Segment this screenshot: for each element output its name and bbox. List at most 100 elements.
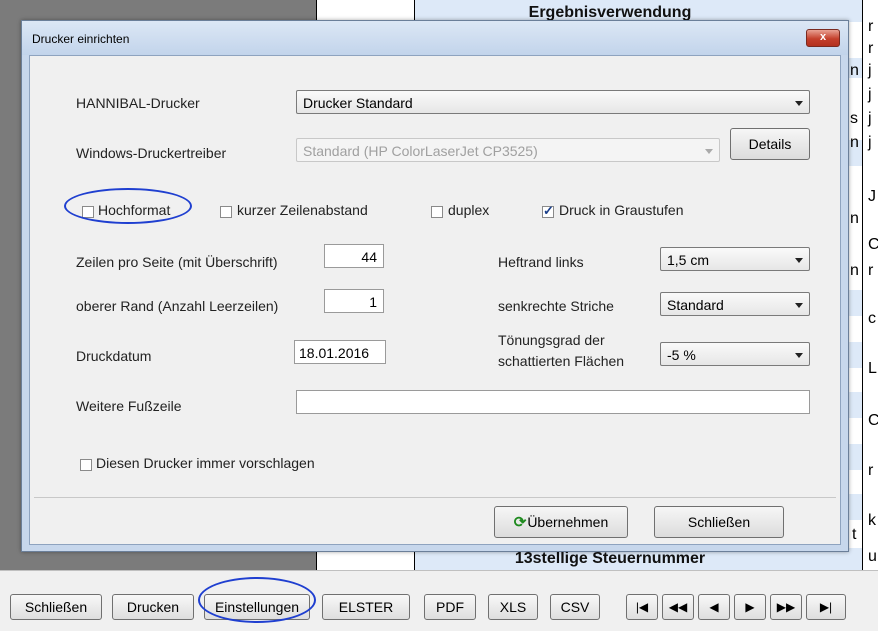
details-button[interactable]: Details — [730, 128, 810, 160]
csv-label: CSV — [560, 599, 590, 615]
hannibal-printer-value: Drucker Standard — [303, 95, 413, 111]
background-text: j — [868, 86, 872, 103]
kurzer-zeilenabstand-label: kurzer Zeilenabstand — [237, 202, 368, 218]
graustufen-label: Druck in Graustufen — [559, 202, 684, 218]
next-button[interactable]: ▶ — [734, 594, 766, 620]
background-text: L — [868, 360, 877, 377]
druckdatum-input[interactable]: 18.01.2016 — [294, 340, 386, 364]
druckdatum-label: Druckdatum — [76, 348, 152, 364]
background-text: j — [868, 62, 872, 79]
background-text: C — [868, 412, 878, 429]
uebernehmen-label: Übernehmen — [527, 514, 609, 530]
heftrand-label: Heftrand links — [498, 254, 584, 270]
pdf-button[interactable]: PDF — [424, 594, 476, 620]
highlight-circle — [64, 188, 192, 224]
vorschlagen-checkbox[interactable] — [80, 459, 92, 471]
fast-forward-icon: ▶▶ — [776, 600, 796, 614]
first-icon: |◀ — [635, 600, 649, 614]
background-text: r — [868, 18, 874, 35]
fast-forward-button[interactable]: ▶▶ — [770, 594, 802, 620]
zeilen-pro-seite-value: 44 — [361, 249, 377, 265]
elster-button[interactable]: ELSTER — [322, 594, 410, 620]
first-record-button[interactable]: |◀ — [626, 594, 658, 620]
uebernehmen-button[interactable]: ⟳Übernehmen — [494, 506, 628, 538]
fusszeile-input[interactable] — [296, 390, 810, 414]
rewind-button[interactable]: ◀◀ — [662, 594, 694, 620]
chevron-down-icon — [795, 353, 803, 358]
dialog-title: Drucker einrichten — [32, 32, 130, 46]
druckdatum-value: 18.01.2016 — [299, 345, 370, 361]
hannibal-printer-select[interactable]: Drucker Standard — [296, 90, 810, 114]
senkrechte-striche-value: Standard — [667, 297, 724, 313]
windows-driver-select: Standard (HP ColorLaserJet CP3525) — [296, 138, 720, 162]
toenungsgrad-value: -5 % — [667, 347, 696, 363]
background-text: C — [868, 236, 878, 253]
senkrechte-striche-label: senkrechte Striche — [498, 298, 614, 314]
graustufen-checkbox[interactable] — [542, 203, 554, 219]
zeilen-pro-seite-label: Zeilen pro Seite (mit Überschrift) — [76, 254, 278, 270]
background-text: r — [868, 40, 874, 57]
heftrand-value: 1,5 cm — [667, 252, 710, 268]
last-record-button[interactable]: ▶| — [806, 594, 846, 620]
printer-setup-dialog: Drucker einrichten x HANNIBAL-Drucker Dr… — [21, 20, 849, 552]
previous-icon: ◀ — [709, 600, 719, 614]
footer-divider — [34, 497, 836, 498]
background-text: j — [868, 134, 872, 151]
kurzer-zeilenabstand-checkbox[interactable] — [220, 206, 232, 218]
drucken-button[interactable]: Drucken — [112, 594, 194, 620]
background-text: n — [850, 134, 859, 151]
chevron-down-icon — [795, 303, 803, 308]
duplex-label: duplex — [448, 202, 490, 218]
duplex-checkbox[interactable] — [431, 206, 443, 218]
dialog-content: HANNIBAL-Drucker Drucker Standard Window… — [29, 55, 841, 545]
background-text: k — [868, 512, 876, 529]
schliessen-dialog-button[interactable]: Schließen — [654, 506, 784, 538]
background-heading: 13stellige Steuernummer — [514, 550, 706, 567]
oberer-rand-input[interactable]: 1 — [324, 289, 384, 313]
dialog-titlebar[interactable]: Drucker einrichten x — [22, 21, 848, 55]
heftrand-select[interactable]: 1,5 cm — [660, 247, 810, 271]
pdf-label: PDF — [436, 599, 464, 615]
schliessen-label: Schließen — [24, 599, 88, 615]
oberer-rand-value: 1 — [369, 294, 377, 310]
drucken-label: Drucken — [126, 599, 180, 615]
chevron-down-icon — [705, 149, 713, 154]
windows-driver-value: Standard (HP ColorLaserJet CP3525) — [303, 143, 538, 159]
close-button[interactable]: x — [806, 29, 840, 47]
zeilen-pro-seite-input[interactable]: 44 — [324, 244, 384, 268]
senkrechte-striche-select[interactable]: Standard — [660, 292, 810, 316]
highlight-circle — [198, 577, 316, 623]
vorschlagen-label: Diesen Drucker immer vorschlagen — [96, 455, 315, 471]
background-text: n — [850, 62, 859, 79]
background-divider — [862, 0, 863, 570]
background-text: c — [868, 310, 876, 327]
chevron-down-icon — [795, 258, 803, 263]
chevron-down-icon — [795, 101, 803, 106]
rewind-icon: ◀◀ — [668, 600, 688, 614]
schliessen-button[interactable]: Schließen — [10, 594, 102, 620]
previous-button[interactable]: ◀ — [698, 594, 730, 620]
xls-label: XLS — [499, 599, 527, 615]
background-text: r — [868, 462, 874, 479]
bottom-toolbar: Schließen Drucken Einstellungen ELSTER P… — [0, 570, 878, 631]
windows-driver-label: Windows-Druckertreiber — [76, 145, 227, 161]
details-button-label: Details — [748, 136, 792, 152]
background-text: J — [868, 188, 876, 205]
csv-button[interactable]: CSV — [550, 594, 600, 620]
background-text: u — [868, 548, 877, 565]
background-text: r — [868, 262, 874, 279]
background-text: t — [852, 526, 857, 543]
background-text: n — [850, 210, 859, 227]
toenungsgrad-label-line2: schattierten Flächen — [498, 353, 625, 369]
close-icon: x — [819, 31, 827, 43]
xls-button[interactable]: XLS — [488, 594, 538, 620]
toenungsgrad-select[interactable]: -5 % — [660, 342, 810, 366]
last-icon: ▶| — [819, 600, 833, 614]
background-text: s — [850, 110, 858, 127]
refresh-icon: ⟳ — [513, 514, 527, 531]
background-text: n — [850, 262, 859, 279]
toenungsgrad-label-line1: Tönungsgrad der — [498, 332, 605, 348]
fusszeile-label: Weitere Fußzeile — [76, 398, 182, 414]
oberer-rand-label: oberer Rand (Anzahl Leerzeilen) — [76, 298, 279, 314]
elster-label: ELSTER — [338, 599, 394, 615]
